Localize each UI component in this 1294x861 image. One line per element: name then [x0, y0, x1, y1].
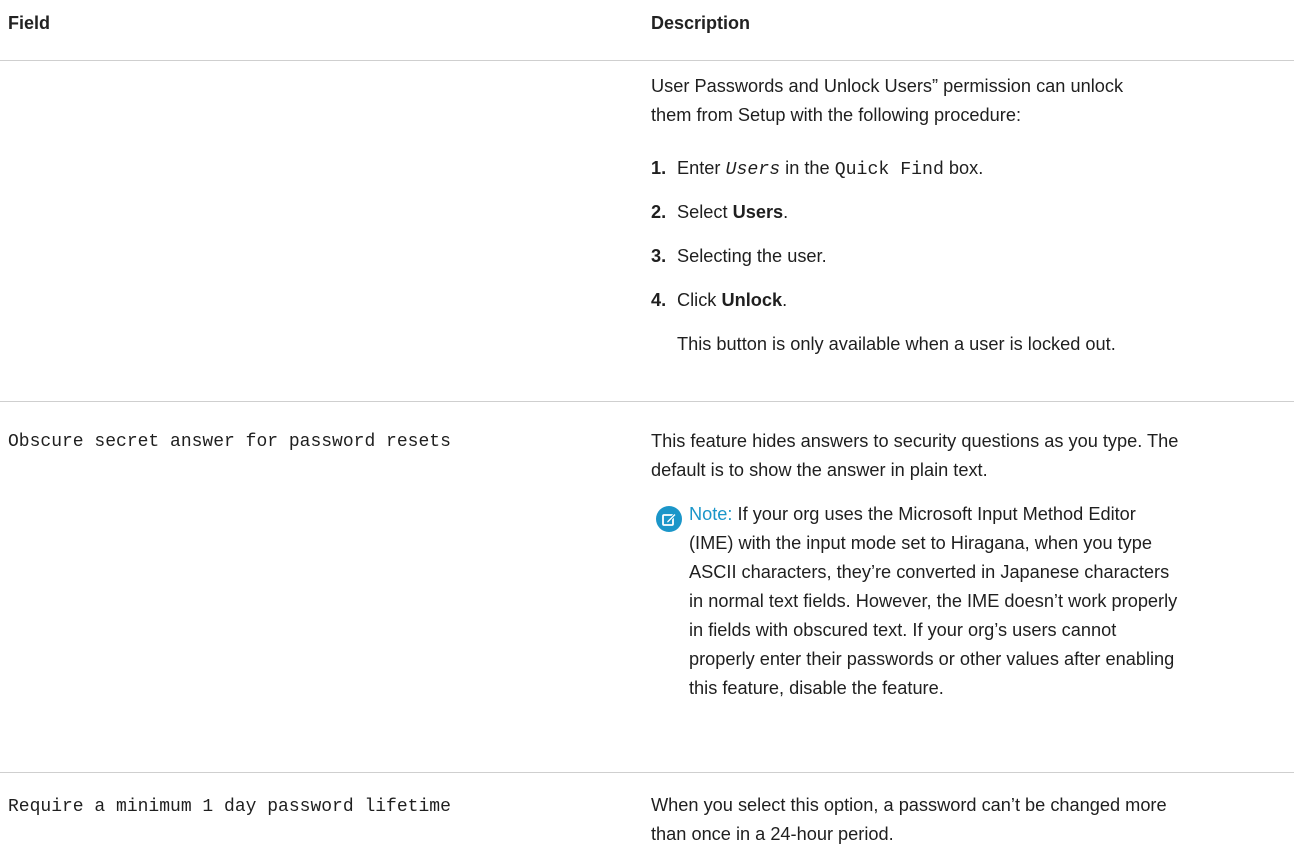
- note-line: in fields with obscured text. If your or…: [689, 620, 1117, 640]
- field-column-header: Field: [8, 13, 51, 33]
- note-line: Note: If your org uses the Microsoft Inp…: [689, 500, 1285, 529]
- field-name: Require a minimum 1 day password lifetim…: [8, 797, 451, 817]
- list-item: 4. Click Unlock.: [651, 286, 787, 315]
- list-item: 2. Select Users.: [651, 198, 788, 227]
- note-line: properly enter their passwords or other …: [689, 649, 1175, 669]
- step-text: .: [782, 290, 788, 310]
- step-code: Users: [725, 160, 781, 180]
- note-label: Note:: [689, 504, 733, 524]
- field-name: Obscure secret answer for password reset…: [8, 432, 451, 452]
- description-line: default is to show the answer in plain t…: [651, 460, 988, 480]
- edit-note-icon: [656, 506, 682, 532]
- row1-intro: User Passwords and Unlock Users” permiss…: [651, 72, 1279, 130]
- field-description: This feature hides answers to security q…: [651, 427, 1279, 485]
- step-bold: Users: [732, 202, 784, 222]
- step-bold: Unlock: [721, 290, 783, 310]
- step-number: 3.: [651, 246, 667, 266]
- field-description: When you select this option, a password …: [651, 791, 1279, 849]
- note-line: (IME) with the input mode set to Hiragan…: [689, 533, 1153, 553]
- note-line: this feature, disable the feature.: [689, 678, 944, 698]
- description-column-header: Description: [651, 13, 751, 33]
- intro-line: User Passwords and Unlock Users” permiss…: [651, 76, 1124, 96]
- step-text: Enter: [677, 158, 726, 178]
- row-divider: [0, 772, 1294, 773]
- intro-line: them from Setup with the following proce…: [651, 105, 1022, 125]
- list-item: 1. Enter Users in the Quick Find box.: [651, 154, 983, 185]
- step-text: box.: [943, 158, 984, 178]
- note-text: If your org uses the Microsoft Input Met…: [732, 504, 1136, 524]
- step-number: 4.: [651, 290, 667, 310]
- note-body: Note: If your org uses the Microsoft Inp…: [689, 500, 1285, 703]
- note-line: in normal text fields. However, the IME …: [689, 591, 1178, 611]
- step-text: in the: [780, 158, 835, 178]
- step-number: 1.: [651, 158, 667, 178]
- description-line: When you select this option, a password …: [651, 795, 1167, 815]
- step-text: Selecting the user.: [677, 246, 827, 266]
- step-text: .: [783, 202, 789, 222]
- step-number: 2.: [651, 202, 667, 222]
- list-item: 3. Selecting the user.: [651, 242, 827, 271]
- description-line: than once in a 24-hour period.: [651, 824, 894, 844]
- note-line: ASCII characters, they’re converted in J…: [689, 562, 1170, 582]
- description-line: This feature hides answers to security q…: [651, 431, 1179, 451]
- table-header: Field Description: [0, 0, 1294, 61]
- step-code: Quick Find: [834, 160, 944, 180]
- step-note: This button is only available when a use…: [677, 334, 1116, 354]
- row-divider: [0, 401, 1294, 402]
- step-text: Click: [677, 290, 722, 310]
- step-text: Select: [677, 202, 733, 222]
